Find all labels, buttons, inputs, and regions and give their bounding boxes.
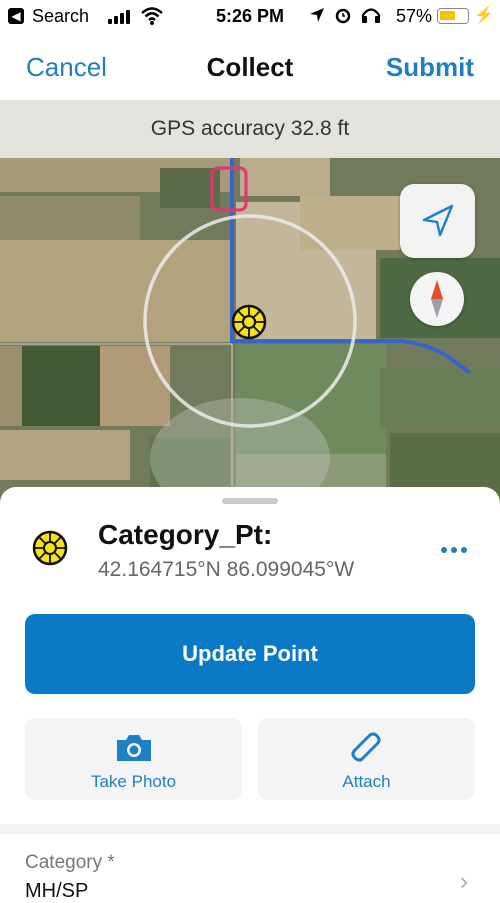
take-photo-button[interactable]: Take Photo <box>25 718 242 800</box>
take-photo-label: Take Photo <box>90 772 177 791</box>
point-marker-icon[interactable] <box>231 304 267 340</box>
alarm-icon <box>335 8 351 24</box>
location-arrow-icon <box>310 8 324 22</box>
status-bar: ◀ Search 5:26 PM 57% ⚡ <box>0 0 500 36</box>
feature-title: Category_Pt: <box>98 519 273 550</box>
battery-percent: 57% <box>396 6 433 26</box>
my-location-icon <box>422 204 454 237</box>
wifi-icon <box>141 7 163 25</box>
charging-bolt-icon: ⚡ <box>474 7 494 24</box>
section-divider <box>0 824 500 834</box>
battery-icon <box>437 8 469 24</box>
ellipsis-icon[interactable] <box>440 540 470 560</box>
signal-bars-icon <box>108 10 130 24</box>
my-location-button[interactable] <box>400 184 475 258</box>
update-point-button[interactable]: Update Point <box>25 614 475 694</box>
nav-bar: Cancel Collect Submit <box>0 36 500 100</box>
attach-label: Attach <box>342 772 391 791</box>
compass-icon <box>431 280 443 318</box>
category-field-value[interactable]: MH/SP <box>25 880 88 903</box>
submit-button[interactable]: Submit <box>386 52 474 83</box>
clock-time: 5:26 PM <box>216 6 285 26</box>
back-arrow-icon[interactable]: ◀ <box>8 8 24 24</box>
attach-button[interactable]: Attach <box>258 718 475 800</box>
headphones-icon <box>361 8 381 23</box>
point-symbol-icon <box>32 530 68 566</box>
camera-icon <box>116 735 151 761</box>
sheet-grab-handle[interactable] <box>222 498 278 504</box>
back-to-app-label[interactable]: Search <box>32 6 89 27</box>
battery-fill <box>440 11 455 20</box>
chevron-right-icon[interactable]: › <box>460 868 468 896</box>
feature-coordinates: 42.164715°N 86.099045°W <box>98 558 355 581</box>
compass-button[interactable] <box>410 272 464 326</box>
category-field-label: Category * <box>25 852 115 873</box>
paperclip-icon <box>351 732 380 762</box>
gps-accuracy-banner: GPS accuracy 32.8 ft <box>0 100 500 158</box>
